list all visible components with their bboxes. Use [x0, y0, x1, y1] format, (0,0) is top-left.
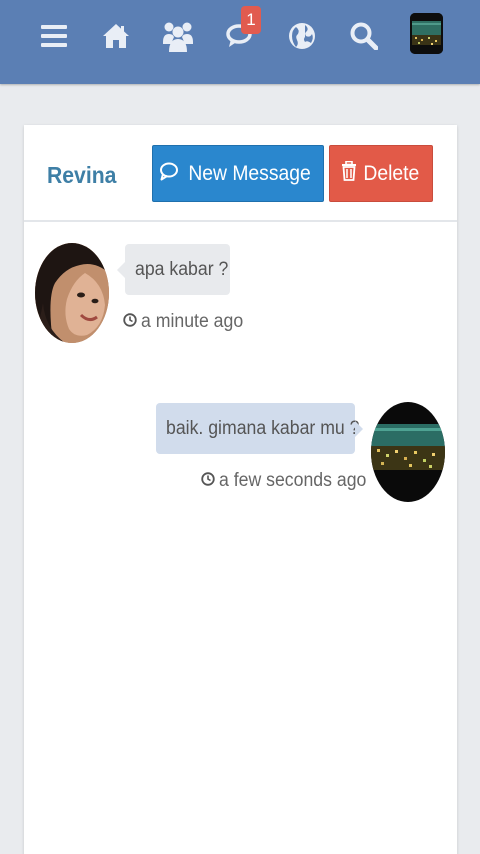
delete-button[interactable]: Delete: [329, 145, 433, 202]
conversation-header: Revina New Message Delete: [24, 125, 457, 222]
message-text: apa kabar ?: [135, 258, 229, 280]
group-icon[interactable]: [156, 14, 200, 58]
message-bubble-incoming: apa kabar ?: [117, 244, 230, 295]
delete-label: Delete: [363, 161, 419, 185]
contact-avatar[interactable]: [35, 243, 109, 343]
message-text: baik. gimana kabar mu ?: [166, 417, 360, 439]
my-avatar[interactable]: [371, 402, 445, 502]
notification-badge: 1: [241, 6, 261, 34]
globe-icon[interactable]: [280, 14, 324, 58]
clock-icon: [201, 470, 215, 492]
menu-icon[interactable]: [32, 14, 76, 58]
search-icon[interactable]: [342, 14, 386, 58]
comment-icon: [159, 161, 179, 187]
contact-name[interactable]: Revina: [47, 162, 116, 189]
message-timestamp: a minute ago: [123, 311, 251, 333]
user-avatar[interactable]: [410, 13, 443, 54]
home-icon[interactable]: [94, 14, 138, 58]
new-message-label: New Message: [188, 161, 312, 185]
new-message-button[interactable]: New Message: [152, 145, 324, 202]
message-timestamp: a few seconds ago: [201, 470, 377, 492]
clock-icon: [123, 311, 137, 333]
trash-icon: [341, 160, 357, 187]
message-bubble-outgoing: baik. gimana kabar mu ?: [156, 403, 363, 454]
top-navbar: 1: [0, 0, 480, 84]
conversation-card: Revina New Message Delete apa kabar ? a …: [24, 125, 457, 854]
